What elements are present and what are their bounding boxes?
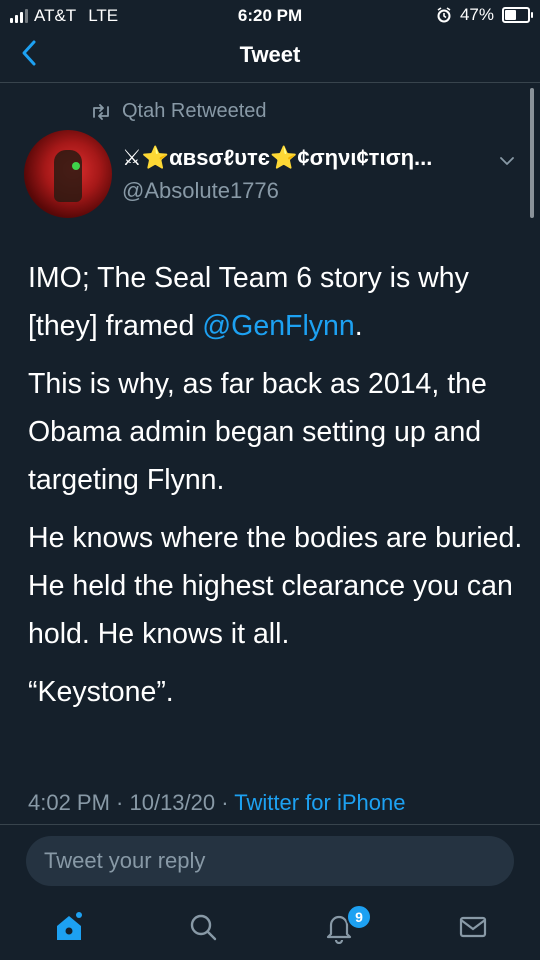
notification-badge: 9 (346, 904, 372, 930)
tweet-source-link[interactable]: Twitter for iPhone (234, 790, 405, 815)
star-icon: ⭐ (141, 145, 170, 170)
tweet-timestamp: 4:02 PM · 10/13/20 · (28, 790, 235, 815)
tweet-body: IMO; The Seal Team 6 story is why [they]… (28, 254, 523, 726)
mail-icon (459, 916, 487, 938)
nav-bar: Tweet (0, 32, 540, 83)
tweet-paragraph: He knows where the bodies are buried. He… (28, 522, 523, 650)
author-name[interactable]: ⚔⭐αвѕσℓυтє⭐¢σηνι¢тιση... (122, 145, 492, 171)
tab-bar (0, 898, 540, 960)
tweet-text: . (354, 310, 363, 342)
avatar[interactable] (24, 130, 112, 218)
reply-placeholder: Tweet your reply (44, 848, 206, 873)
home-icon (57, 912, 82, 940)
tweet-paragraph: “Keystone”. (28, 676, 174, 708)
battery-icon (502, 7, 533, 23)
status-right: 47% (436, 5, 533, 25)
mention-link[interactable]: @GenFlynn (202, 310, 355, 342)
tweet-paragraph: This is why, as far back as 2014, the Ob… (28, 368, 487, 496)
tab-messages[interactable] (456, 910, 490, 944)
page-title: Tweet (239, 42, 301, 67)
scrollbar[interactable] (530, 88, 534, 218)
retweet-context[interactable]: Qtah Retweeted (90, 100, 267, 123)
more-options-button[interactable] (496, 150, 518, 172)
alarm-icon (437, 7, 451, 23)
star-icon: ⭐ (269, 145, 298, 170)
search-icon (190, 914, 217, 941)
tab-home[interactable] (52, 910, 86, 944)
tab-search[interactable] (186, 910, 220, 944)
battery-percent: 47% (459, 5, 494, 24)
divider (0, 824, 540, 825)
tweet-paragraph: IMO; The Seal Team 6 story is why [they]… (28, 254, 523, 350)
author-handle[interactable]: @Absolute1776 (122, 178, 279, 204)
author-name-part2: ¢σηνι¢тιση... (297, 145, 433, 170)
author-name-part1: αвѕσℓυтє (169, 145, 270, 170)
status-bar: AT&T LTE 6:20 PM 47% (0, 0, 540, 32)
retweet-icon (93, 103, 109, 120)
retweet-label: Qtah Retweeted (122, 100, 267, 122)
chevron-down-icon (500, 157, 514, 165)
tweet-meta: 4:02 PM · 10/13/20 · Twitter for iPhone (28, 790, 405, 816)
swords-icon: ⚔ (122, 145, 142, 170)
